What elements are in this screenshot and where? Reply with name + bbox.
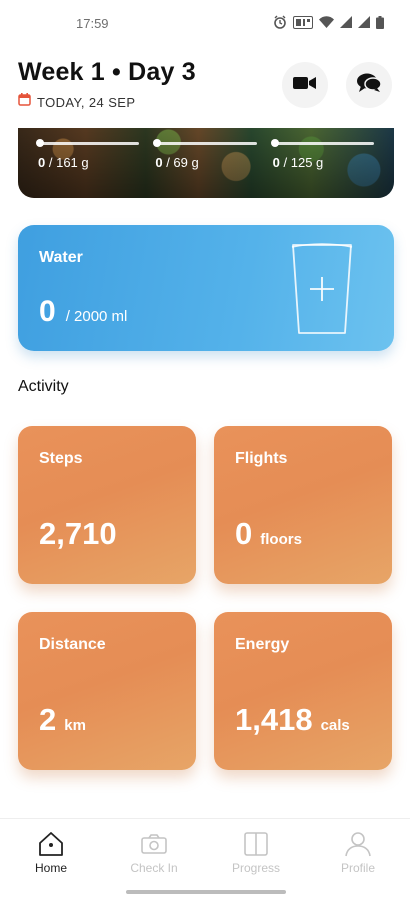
macro-goal: / 161 g	[48, 155, 89, 170]
video-camera-icon	[293, 75, 317, 96]
camera-icon	[114, 831, 194, 857]
person-icon	[318, 831, 398, 857]
nav-profile[interactable]: Profile	[318, 831, 398, 875]
macro-value: 0	[38, 155, 46, 170]
tile-label: Distance	[39, 636, 106, 653]
macro-item: 0 / 69 g	[153, 139, 257, 170]
tile-label: Energy	[235, 636, 290, 653]
nav-progress[interactable]: Progress	[216, 831, 296, 875]
tile-label: Flights	[235, 450, 288, 467]
nav-label: Check In	[130, 861, 178, 875]
water-goal: / 2000 ml	[65, 308, 128, 325]
macro-goal: / 69 g	[166, 155, 199, 170]
water-card[interactable]: Water 0 / 2000 ml	[18, 225, 394, 351]
energy-tile[interactable]: Energy 1,418 cals	[214, 612, 392, 770]
macro-progress-bar	[35, 139, 140, 147]
macro-goal: / 125 g	[283, 155, 324, 170]
tile-unit: km	[64, 717, 86, 734]
alarm-icon	[273, 15, 287, 29]
chat-button[interactable]	[346, 62, 392, 108]
water-label: Water	[39, 249, 83, 266]
tile-unit: cals	[320, 717, 350, 734]
status-time: 17:59	[76, 16, 109, 31]
video-button[interactable]	[282, 62, 328, 108]
signal-icon	[358, 16, 370, 28]
page-title: Week 1 • Day 3	[18, 58, 196, 86]
tile-value: 2	[39, 702, 57, 737]
home-indicator[interactable]	[126, 890, 286, 894]
nav-label: Profile	[340, 861, 375, 875]
macro-progress-bar	[153, 139, 257, 147]
status-bar: 17:59	[0, 0, 410, 46]
activity-heading: Activity	[18, 378, 69, 395]
chat-bubbles-icon	[356, 72, 382, 99]
glass-plus-icon[interactable]	[290, 241, 354, 342]
tile-value: 1,418	[235, 702, 313, 737]
calendar-icon	[18, 93, 31, 111]
nfc-icon	[293, 15, 313, 29]
signal-icon	[340, 16, 352, 28]
tile-label: Steps	[39, 450, 83, 467]
macro-value: 0	[155, 155, 163, 170]
macro-progress-bar	[270, 139, 374, 147]
meal-card[interactable]: 0 / 161 g 0 / 69 g 0 / 125 g	[18, 128, 394, 198]
distance-tile[interactable]: Distance 2 km	[18, 612, 196, 770]
nav-label: Progress	[231, 861, 281, 875]
status-icons	[273, 15, 384, 29]
header: Week 1 • Day 3 TODAY, 24 SEP	[18, 58, 392, 118]
macro-item: 0 / 125 g	[270, 139, 374, 170]
nav-home[interactable]: Home	[11, 831, 91, 875]
date-label: TODAY, 24 SEP	[37, 94, 136, 110]
bottom-nav: Home Check In Progress Profile	[0, 818, 410, 900]
macro-value: 0	[272, 155, 280, 170]
date-row[interactable]: TODAY, 24 SEP	[18, 93, 392, 111]
home-icon	[11, 831, 91, 857]
book-icon	[216, 831, 296, 857]
tile-value: 0	[235, 516, 253, 551]
nav-check-in[interactable]: Check In	[114, 831, 194, 875]
nav-label: Home	[34, 861, 67, 875]
wifi-icon	[319, 16, 334, 28]
macro-item: 0 / 161 g	[35, 139, 140, 170]
water-value: 0	[39, 295, 56, 328]
macro-row: 0 / 161 g 0 / 69 g 0 / 125 g	[35, 139, 374, 170]
flights-tile[interactable]: Flights 0 floors	[214, 426, 392, 584]
battery-icon	[376, 15, 384, 29]
steps-tile[interactable]: Steps 2,710	[18, 426, 196, 584]
tile-value: 2,710	[39, 516, 117, 551]
water-amount: 0 / 2000 ml	[39, 295, 127, 329]
tile-unit: floors	[260, 531, 302, 548]
